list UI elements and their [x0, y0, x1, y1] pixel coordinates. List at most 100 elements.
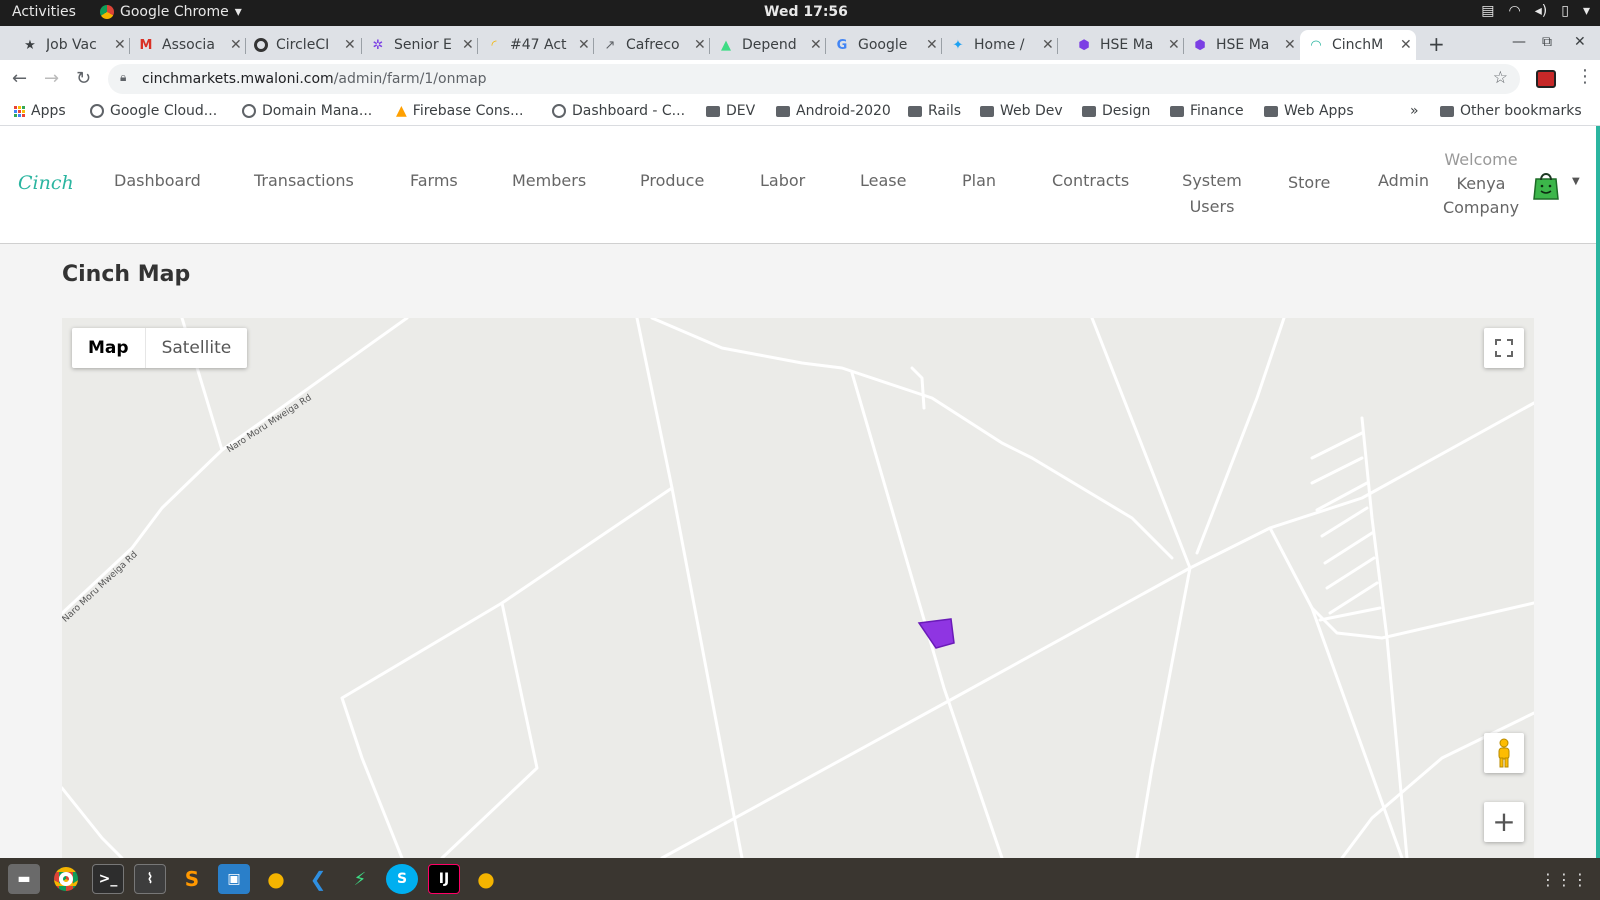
- tab-job[interactable]: ★ Job Vac ✕: [14, 30, 130, 60]
- zoom-in-button[interactable]: +: [1484, 802, 1524, 842]
- nav-lease[interactable]: Lease: [860, 168, 906, 194]
- nav-farms[interactable]: Farms: [410, 168, 458, 194]
- skype-icon[interactable]: S: [386, 864, 418, 894]
- app-menu[interactable]: Google Chrome ▾: [100, 4, 242, 20]
- farm-polygon[interactable]: [917, 618, 955, 649]
- bookmarks-more-button[interactable]: »: [1410, 103, 1419, 119]
- close-icon[interactable]: ✕: [578, 37, 590, 53]
- android-studio-icon[interactable]: ●: [260, 864, 292, 894]
- android-studio-icon-2[interactable]: ●: [470, 864, 502, 894]
- gitkraken-icon[interactable]: ⚡︎: [344, 864, 376, 894]
- chevron-down-icon[interactable]: ▼: [1572, 176, 1580, 187]
- nav-labor[interactable]: Labor: [760, 168, 805, 194]
- android-icon: ▲: [721, 37, 731, 53]
- close-icon[interactable]: ✕: [926, 37, 938, 53]
- map-type-satellite-button[interactable]: Satellite: [144, 328, 248, 368]
- show-apps-icon[interactable]: ⋮⋮⋮: [1540, 870, 1588, 889]
- close-icon[interactable]: ✕: [810, 37, 822, 53]
- map-container[interactable]: Naro Moru Mweiga Rd Naro Moru Mweiga Rd …: [62, 318, 1534, 858]
- volume-icon[interactable]: ◂): [1535, 3, 1548, 19]
- vscode-icon[interactable]: ❮: [302, 864, 334, 894]
- close-icon[interactable]: ✕: [1042, 37, 1054, 53]
- terminal-icon[interactable]: >_: [92, 864, 124, 894]
- clock[interactable]: Wed 17:56: [764, 4, 848, 20]
- tab-gmail[interactable]: M Associa ✕: [130, 30, 246, 60]
- tab-depend[interactable]: ▲ Depend ✕: [710, 30, 826, 60]
- close-icon[interactable]: ✕: [462, 37, 474, 53]
- files-icon[interactable]: ▬: [8, 864, 40, 894]
- nav-produce[interactable]: Produce: [640, 168, 704, 194]
- intellij-icon[interactable]: IJ: [428, 864, 460, 894]
- close-icon[interactable]: ✕: [1168, 37, 1180, 53]
- close-icon[interactable]: ✕: [230, 37, 242, 53]
- bookmark-web-apps[interactable]: Web Apps: [1264, 103, 1354, 119]
- battery-icon[interactable]: ▯: [1561, 3, 1569, 19]
- reload-icon[interactable]: ↻: [76, 68, 91, 89]
- shopping-bag-icon[interactable]: [1532, 170, 1560, 200]
- system-tray[interactable]: ▤ ◠ ◂) ▯ ▾: [1481, 3, 1590, 19]
- nav-contracts[interactable]: Contracts: [1052, 168, 1129, 194]
- nav-transactions[interactable]: Transactions: [254, 168, 354, 194]
- bookmark-apps[interactable]: Apps: [14, 103, 66, 119]
- tab-hse-1[interactable]: ⬢ HSE Ma ✕: [1068, 30, 1184, 60]
- bookmark-google-cloud[interactable]: Google Cloud...: [90, 103, 217, 119]
- close-icon[interactable]: ✕: [114, 37, 126, 53]
- close-icon[interactable]: ✕: [1284, 37, 1296, 53]
- new-tab-button[interactable]: +: [1428, 32, 1445, 56]
- minimize-icon[interactable]: —: [1512, 34, 1526, 50]
- bookmark-design[interactable]: Design: [1082, 103, 1150, 119]
- bookmark-finance[interactable]: Finance: [1170, 103, 1244, 119]
- restore-icon[interactable]: ⧉: [1542, 34, 1552, 50]
- bookmark-rails[interactable]: Rails: [908, 103, 961, 119]
- tab-cafreco[interactable]: ↗ Cafreco ✕: [594, 30, 710, 60]
- wifi-icon[interactable]: ◠: [1509, 3, 1521, 19]
- activities-button[interactable]: Activities: [12, 4, 76, 20]
- nav-store[interactable]: Store: [1288, 170, 1330, 196]
- tab-twitter[interactable]: ✦ Home / ✕: [942, 30, 1058, 60]
- chrome-menu-icon[interactable]: ⋮: [1576, 66, 1594, 87]
- tab-hse-2[interactable]: ⬢ HSE Ma ✕: [1184, 30, 1300, 60]
- nav-dashboard[interactable]: Dashboard: [114, 168, 201, 194]
- nav-system-users[interactable]: System Users: [1180, 168, 1244, 220]
- nav-plan[interactable]: Plan: [962, 168, 996, 194]
- bookmark-domain[interactable]: Domain Mana...: [242, 103, 372, 119]
- address-bar[interactable]: 🔒︎ cinchmarkets.mwaloni.com/admin/farm/1…: [108, 64, 1520, 94]
- bookmark-android[interactable]: Android-2020: [776, 103, 891, 119]
- bookmark-dev[interactable]: DEV: [706, 103, 755, 119]
- close-window-icon[interactable]: ✕: [1574, 34, 1586, 50]
- close-icon[interactable]: ✕: [1400, 37, 1412, 53]
- welcome-user[interactable]: Welcome Kenya Company: [1436, 148, 1526, 220]
- bookmark-dashboard[interactable]: Dashboard - C...: [552, 103, 685, 119]
- tab-circleci[interactable]: CircleCI ✕: [246, 30, 362, 60]
- nav-admin[interactable]: Admin: [1378, 168, 1429, 194]
- bookmark-web-dev[interactable]: Web Dev: [980, 103, 1063, 119]
- close-icon[interactable]: ✕: [694, 37, 706, 53]
- cinch-logo[interactable]: Cinch: [18, 172, 74, 194]
- tab-google[interactable]: G Google ✕: [826, 30, 942, 60]
- tab-senior[interactable]: ✲ Senior E ✕: [362, 30, 478, 60]
- url-text[interactable]: cinchmarkets.mwaloni.com/admin/farm/1/on…: [142, 71, 487, 87]
- bookmark-firebase[interactable]: ▲ Firebase Cons...: [396, 103, 523, 119]
- system-monitor-icon[interactable]: ⌇: [134, 864, 166, 894]
- cinch-icon: ◠: [1310, 37, 1322, 53]
- forward-icon[interactable]: →: [44, 68, 59, 89]
- tab-cinch-active[interactable]: ◠ CinchM ✕: [1300, 30, 1416, 60]
- tab-label: HSE Ma: [1100, 37, 1154, 53]
- bookmark-star-icon[interactable]: ☆: [1493, 68, 1508, 88]
- folder-icon: [1170, 105, 1184, 117]
- street-view-pegman-button[interactable]: [1484, 733, 1524, 773]
- extension-icon[interactable]: [1536, 70, 1556, 88]
- keyboard-icon[interactable]: ▤: [1481, 3, 1494, 19]
- chevron-down-icon[interactable]: ▾: [1583, 3, 1590, 19]
- map-type-map-button[interactable]: Map: [72, 328, 145, 368]
- nav-members[interactable]: Members: [512, 168, 586, 194]
- fullscreen-button[interactable]: [1484, 328, 1524, 368]
- bookmark-other[interactable]: Other bookmarks: [1440, 103, 1582, 119]
- back-icon[interactable]: ←: [12, 68, 27, 89]
- close-icon[interactable]: ✕: [344, 37, 356, 53]
- lock-icon[interactable]: 🔒︎: [120, 70, 126, 85]
- virtualbox-icon[interactable]: ▣: [218, 864, 250, 894]
- tab-actions[interactable]: ◜ #47 Act ✕: [478, 30, 594, 60]
- sublime-icon[interactable]: S: [176, 864, 208, 894]
- chrome-dock-icon[interactable]: [50, 864, 82, 894]
